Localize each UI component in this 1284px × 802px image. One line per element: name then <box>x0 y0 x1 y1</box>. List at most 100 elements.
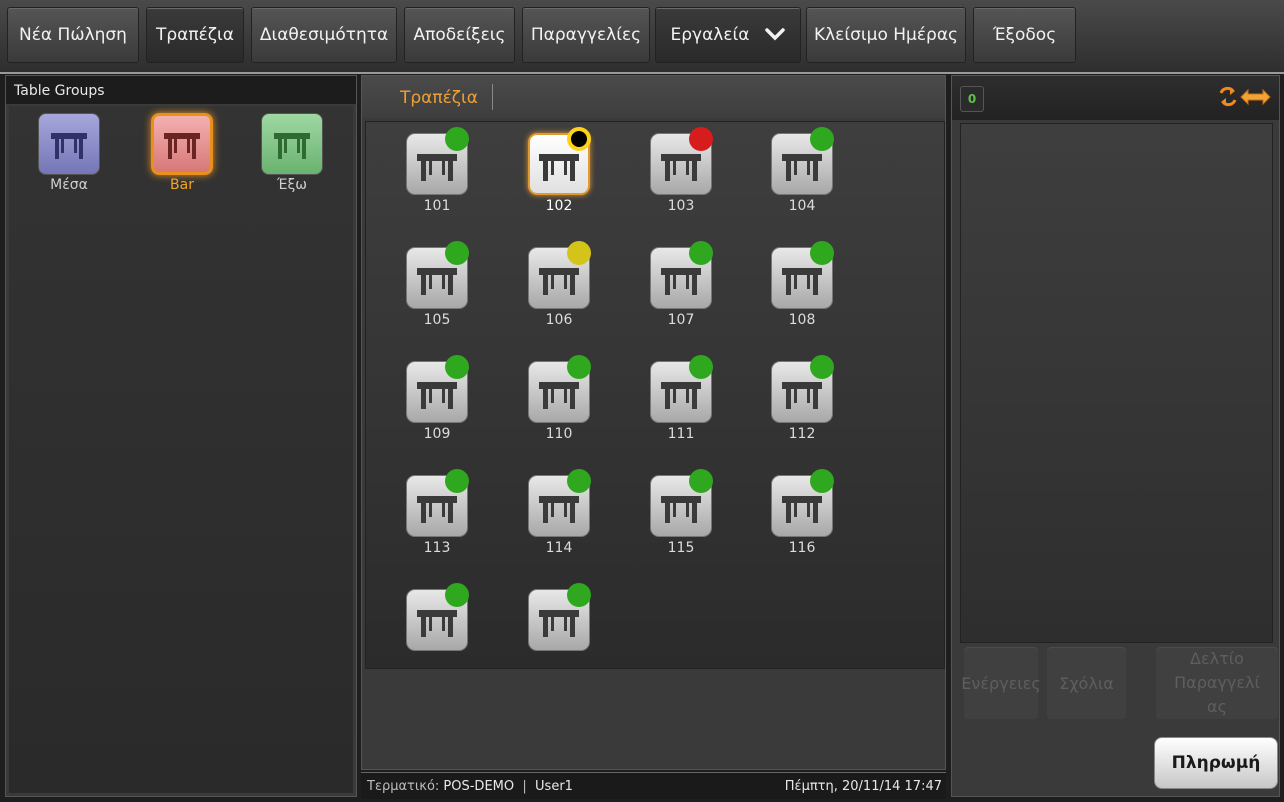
status-dot-icon <box>810 127 834 151</box>
table-groups-list: Μέσα Bar Έξω <box>9 106 353 793</box>
status-bar: Τερματικό: POS-DEMO | User1 Πέμπτη, 20/1… <box>361 772 946 799</box>
order-slip-button[interactable]: Δελτίο Παραγγελί ας <box>1156 647 1278 719</box>
nav-close-day-button[interactable]: Κλείσιμο Ημέρας <box>806 7 966 63</box>
table-tile[interactable]: 110 <box>519 355 599 442</box>
group-label: Μέσα <box>50 177 88 193</box>
table-groups-title: Table Groups <box>6 76 356 104</box>
user-name: User1 <box>535 779 573 794</box>
tables-panel: Τραπέζια 101 102 103 104 105 106 107 108 109 110 1… <box>361 75 946 770</box>
nav-label: Διαθεσιμότητα <box>259 25 389 45</box>
table-number: 106 <box>545 312 573 328</box>
table-tile[interactable]: 105 <box>397 241 477 328</box>
button-label: Πληρωμή <box>1171 753 1261 773</box>
status-dot-icon <box>567 469 591 493</box>
table-tile[interactable]: 111 <box>641 355 721 442</box>
separator: | <box>522 779 527 794</box>
group-label: Έξω <box>277 177 307 193</box>
comments-button[interactable]: Σχόλια <box>1047 647 1126 719</box>
button-label: Δελτίο Παραγγελί ας <box>1174 649 1260 716</box>
status-dot-icon <box>810 241 834 265</box>
table-number: 112 <box>788 426 816 442</box>
group-bar[interactable]: Bar <box>150 113 214 193</box>
table-number: 103 <box>667 198 695 214</box>
nav-new-sale-button[interactable]: Νέα Πώληση <box>7 7 139 63</box>
status-dot-icon <box>567 355 591 379</box>
group-outside[interactable]: Έξω <box>260 113 324 193</box>
table-icon <box>151 113 213 175</box>
table-number: 110 <box>545 426 573 442</box>
terminal-value: POS-DEMO <box>443 779 515 794</box>
nav-label: Νέα Πώληση <box>19 25 127 45</box>
nav-label: Παραγγελίες <box>530 25 642 45</box>
nav-tables-button[interactable]: Τραπέζια <box>146 7 244 63</box>
table-tile[interactable]: 114 <box>519 469 599 556</box>
nav-label: Εργαλεία <box>670 25 750 45</box>
top-navigation-bar: Νέα Πώληση Τραπέζια Διαθεσιμότητα Αποδεί… <box>0 0 1284 74</box>
actions-button[interactable]: Ενέργειες <box>961 647 1041 719</box>
table-number: 114 <box>545 540 573 556</box>
table-tile[interactable]: 106 <box>519 241 599 328</box>
table-number: 102 <box>545 198 573 214</box>
nav-label: Αποδείξεις <box>413 25 506 45</box>
table-tile[interactable]: 109 <box>397 355 477 442</box>
table-icon <box>261 113 323 175</box>
tab-tables[interactable]: Τραπέζια <box>386 84 494 110</box>
status-dot-icon <box>445 583 469 607</box>
nav-label: Έξοδος <box>992 25 1057 45</box>
status-dot-icon <box>689 241 713 265</box>
table-number: 116 <box>788 540 816 556</box>
status-dot-icon <box>445 241 469 265</box>
order-panel: 0 Ενέργειες Σχόλια Δελτίο Παραγγελί ας Π… <box>951 75 1280 797</box>
table-tile[interactable] <box>519 583 599 654</box>
table-number: 107 <box>667 312 695 328</box>
nav-receipts-button[interactable]: Αποδείξεις <box>404 7 515 63</box>
table-number: 108 <box>788 312 816 328</box>
table-tile[interactable]: 116 <box>762 469 842 556</box>
table-tile[interactable]: 101 <box>397 127 477 214</box>
item-count-badge: 0 <box>960 86 984 112</box>
datetime: Πέμπτη, 20/11/14 17:47 <box>784 779 942 794</box>
table-number: 115 <box>667 540 695 556</box>
payment-button[interactable]: Πληρωμή <box>1154 737 1278 789</box>
button-label: Ενέργειες <box>961 673 1041 693</box>
table-tile[interactable]: 108 <box>762 241 842 328</box>
status-dot-icon <box>689 127 713 151</box>
table-tile[interactable] <box>397 583 477 654</box>
group-label: Bar <box>170 177 194 193</box>
tables-grid: 101 102 103 104 105 106 107 108 109 110 111 112 113 1… <box>365 121 945 669</box>
table-tile[interactable]: 102 <box>519 127 599 214</box>
order-header: 0 <box>952 76 1279 120</box>
tables-tab-bar: Τραπέζια <box>362 76 945 118</box>
status-dot-icon <box>445 355 469 379</box>
terminal-label: Τερματικό: <box>367 779 440 794</box>
table-number: 113 <box>423 540 451 556</box>
status-dot-icon <box>567 583 591 607</box>
swap-arrows-icon[interactable] <box>1217 86 1273 112</box>
table-number: 109 <box>423 426 451 442</box>
table-number: 104 <box>788 198 816 214</box>
status-dot-icon <box>810 469 834 493</box>
table-tile[interactable]: 113 <box>397 469 477 556</box>
terminal-info: Τερματικό: POS-DEMO | User1 <box>367 773 573 801</box>
status-dot-icon <box>689 469 713 493</box>
table-number: 111 <box>667 426 695 442</box>
status-dot-icon <box>689 355 713 379</box>
group-inside[interactable]: Μέσα <box>37 113 101 193</box>
status-dot-icon <box>567 241 591 265</box>
nav-tools-dropdown[interactable]: Εργαλεία <box>655 7 801 63</box>
table-tile[interactable]: 107 <box>641 241 721 328</box>
nav-label: Τραπέζια <box>155 25 234 45</box>
status-dot-icon <box>445 469 469 493</box>
order-items-list[interactable] <box>960 123 1273 643</box>
nav-availability-button[interactable]: Διαθεσιμότητα <box>251 7 397 63</box>
nav-exit-button[interactable]: Έξοδος <box>973 7 1076 63</box>
button-label: Σχόλια <box>1059 673 1114 693</box>
table-tile[interactable]: 115 <box>641 469 721 556</box>
table-groups-panel: Table Groups Μέσα Bar Έξω <box>5 75 357 797</box>
table-tile[interactable]: 112 <box>762 355 842 442</box>
table-tile[interactable]: 104 <box>762 127 842 214</box>
table-tile[interactable]: 103 <box>641 127 721 214</box>
chevron-down-icon <box>764 26 786 45</box>
status-dot-icon <box>810 355 834 379</box>
nav-orders-button[interactable]: Παραγγελίες <box>522 7 650 63</box>
